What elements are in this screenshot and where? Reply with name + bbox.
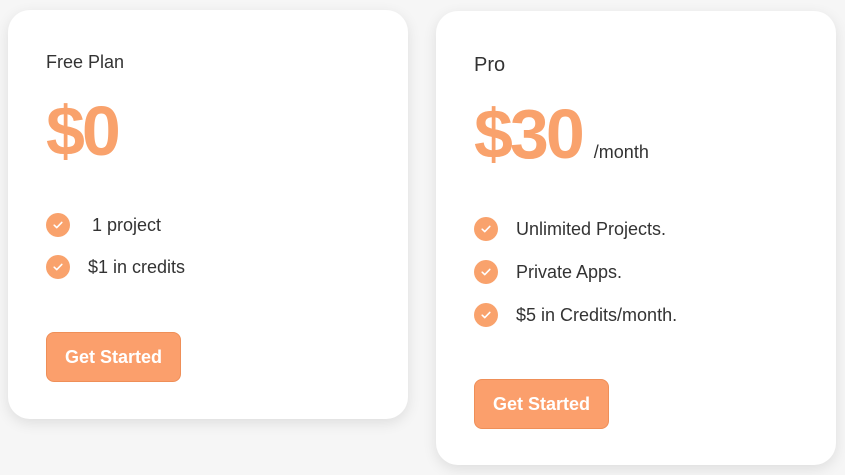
plan-price: $0 — [46, 92, 121, 170]
billing-period: /month — [593, 142, 649, 162]
feature-item: $1 in credits — [46, 255, 185, 279]
feature-item: Private Apps. — [474, 260, 677, 284]
pricing-card-pro: Pro $30 /month Unlimited Projects. Priva… — [436, 11, 836, 465]
feature-label: Private Apps. — [516, 261, 623, 282]
feature-list: Unlimited Projects. Private Apps. $5 in … — [474, 217, 677, 346]
plan-name: Pro — [474, 54, 506, 76]
feature-label: $5 in Credits/month. — [516, 304, 678, 325]
check-circle-icon — [474, 303, 498, 327]
feature-label: Unlimited Projects. — [516, 218, 667, 239]
feature-item: Unlimited Projects. — [474, 217, 677, 241]
plan-price: $30 — [474, 95, 585, 173]
get-started-button-free[interactable]: Get Started — [46, 332, 181, 382]
get-started-button-pro[interactable]: Get Started — [474, 379, 609, 429]
check-circle-icon — [474, 260, 498, 284]
check-circle-icon — [46, 255, 70, 279]
pricing-card-free: Free Plan $0 1 project $1 in credits Get… — [8, 10, 408, 419]
plan-name: Free Plan — [46, 52, 125, 72]
feature-item: $5 in Credits/month. — [474, 303, 677, 327]
price-row: $0 — [46, 92, 121, 170]
check-circle-icon — [46, 213, 70, 237]
feature-list: 1 project $1 in credits — [46, 213, 185, 297]
feature-label: 1 project — [92, 214, 162, 235]
price-row: $30 /month — [474, 99, 649, 169]
feature-item: 1 project — [46, 213, 185, 237]
check-circle-icon — [474, 217, 498, 241]
feature-label: $1 in credits — [88, 256, 186, 277]
